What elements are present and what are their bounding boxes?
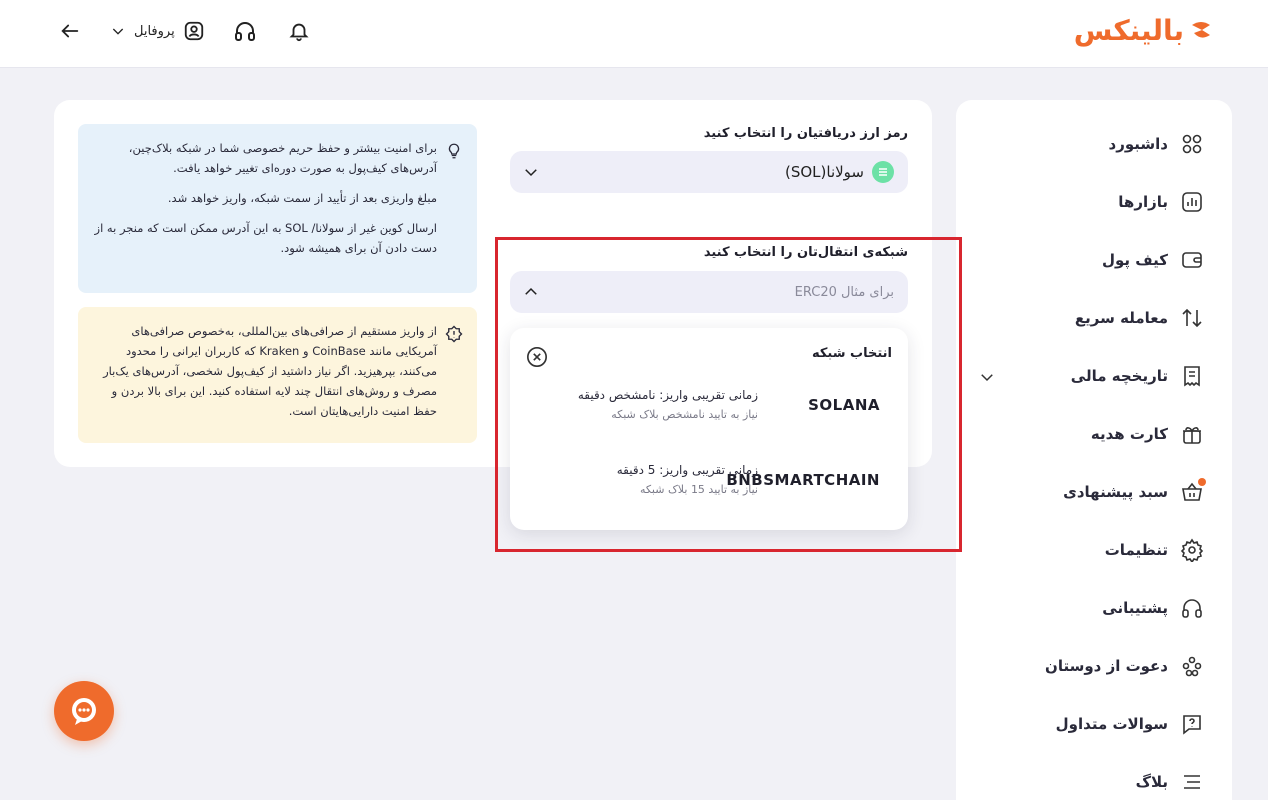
warning-icon	[445, 325, 463, 343]
solana-coin-icon	[872, 161, 894, 183]
headphones-icon	[1180, 596, 1204, 620]
receipt-icon	[1180, 364, 1204, 388]
warning-box-exchanges: از واریز مستقیم از صرافی‌های بین‌المللی،…	[78, 307, 477, 443]
profile-label: پروفایل	[134, 23, 175, 39]
coin-select[interactable]: سولانا(SOL)	[510, 151, 908, 193]
network-name: SOLANA	[808, 396, 880, 414]
warning-text: از واریز مستقیم از صرافی‌های بین‌المللی،…	[103, 324, 437, 418]
info-text: مبلغ واریزی بعد از تأیید از سمت شبکه، وا…	[167, 191, 437, 205]
sidebar-item-invite-friends[interactable]: دعوت از دوستان	[974, 646, 1204, 686]
sidebar-item-financial-history[interactable]: تاریخچه مالی	[974, 356, 1204, 396]
sidebar-item-wallet[interactable]: کیف پول	[974, 240, 1204, 280]
menu-lines-icon	[1180, 770, 1204, 794]
top-header: بالینکس پروفایل	[0, 0, 1268, 68]
network-select-placeholder: برای مثال ERC20	[794, 284, 894, 300]
sidebar-item-faq[interactable]: سوالات متداول	[974, 704, 1204, 744]
logo-text: بالینکس	[1073, 13, 1185, 47]
network-confirmations: نیاز به تایید نامشخص بلاک شبکه	[611, 408, 758, 421]
profile-menu[interactable]: پروفایل	[110, 20, 205, 42]
user-icon	[184, 21, 203, 41]
sidebar-item-suggested-basket[interactable]: سبد پیشنهادی	[974, 472, 1206, 512]
network-dropdown: انتخاب شبکه SOLANA زمانی تقریبی واریز: ن…	[510, 328, 908, 530]
network-deposit-time: زمانی تقریبی واریز: نامشخص دقیقه	[577, 388, 758, 402]
notification-dot	[1198, 478, 1206, 486]
network-select[interactable]: برای مثال ERC20	[510, 271, 908, 313]
chevron-down-icon[interactable]	[978, 368, 996, 386]
chat-bubble-icon	[72, 698, 96, 725]
basket-icon	[1180, 478, 1206, 504]
coin-selected-label: سولانا(SOL)	[784, 163, 864, 181]
support-headphones-icon[interactable]	[231, 17, 259, 45]
logo-mark-icon	[1192, 22, 1210, 38]
lightbulb-icon	[448, 143, 460, 159]
grid-icon	[1180, 132, 1204, 156]
close-icon[interactable]	[526, 346, 548, 368]
gear-icon	[1180, 538, 1204, 562]
chevron-up-icon	[525, 287, 537, 295]
network-option-solana[interactable]: SOLANA زمانی تقریبی واریز: نامشخص دقیقه …	[510, 378, 908, 438]
info-text: برای امنیت بیشتر و حفظ حریم خصوصی شما در…	[128, 141, 437, 175]
sidebar-item-settings[interactable]: تنظیمات	[974, 530, 1204, 570]
info-box-security: برای امنیت بیشتر و حفظ حریم خصوصی شما در…	[78, 124, 477, 293]
network-confirmations: نیاز به تایید 15 بلاک شبکه	[639, 483, 758, 496]
brand-logo[interactable]: بالینکس	[1074, 10, 1212, 50]
chart-bars-icon	[1180, 190, 1204, 214]
notification-bell-icon[interactable]	[285, 17, 313, 45]
swap-icon	[1180, 306, 1204, 330]
coin-select-title: رمز ارز دریافتیان را انتخاب کنید	[703, 126, 908, 141]
info-text: ارسال کوین غیر از سولانا/ SOL به این آدر…	[94, 221, 437, 255]
chat-button[interactable]	[54, 681, 114, 741]
sidebar-item-blog[interactable]: بلاگ	[974, 762, 1204, 800]
gift-icon	[1180, 422, 1204, 446]
sidebar-item-gift-card[interactable]: کارت هدیه	[974, 414, 1204, 454]
chevron-down-icon	[525, 169, 537, 177]
sidebar: داشبورد بازارها کیف پول معامله سریع تاری…	[956, 100, 1232, 800]
sidebar-item-quick-trade[interactable]: معامله سریع	[974, 298, 1204, 338]
network-select-title: شبکه‌ی انتقال‌تان را انتخاب کنید	[703, 245, 908, 260]
question-icon	[1180, 712, 1204, 736]
sidebar-item-markets[interactable]: بازارها	[974, 182, 1204, 222]
chevron-down-icon	[112, 28, 124, 35]
users-icon	[1180, 654, 1204, 678]
network-option-bnbsmartchain[interactable]: BNBSMARTCHAIN زمانی تقریبی واریز: 5 دقیق…	[510, 453, 908, 513]
wallet-icon	[1180, 248, 1204, 272]
network-deposit-time: زمانی تقریبی واریز: 5 دقیقه	[616, 463, 758, 477]
sidebar-item-support[interactable]: پشتیبانی	[974, 588, 1204, 628]
sidebar-item-dashboard[interactable]: داشبورد	[974, 124, 1204, 164]
network-dropdown-title: انتخاب شبکه	[811, 346, 892, 361]
back-arrow-icon[interactable]	[56, 17, 84, 45]
